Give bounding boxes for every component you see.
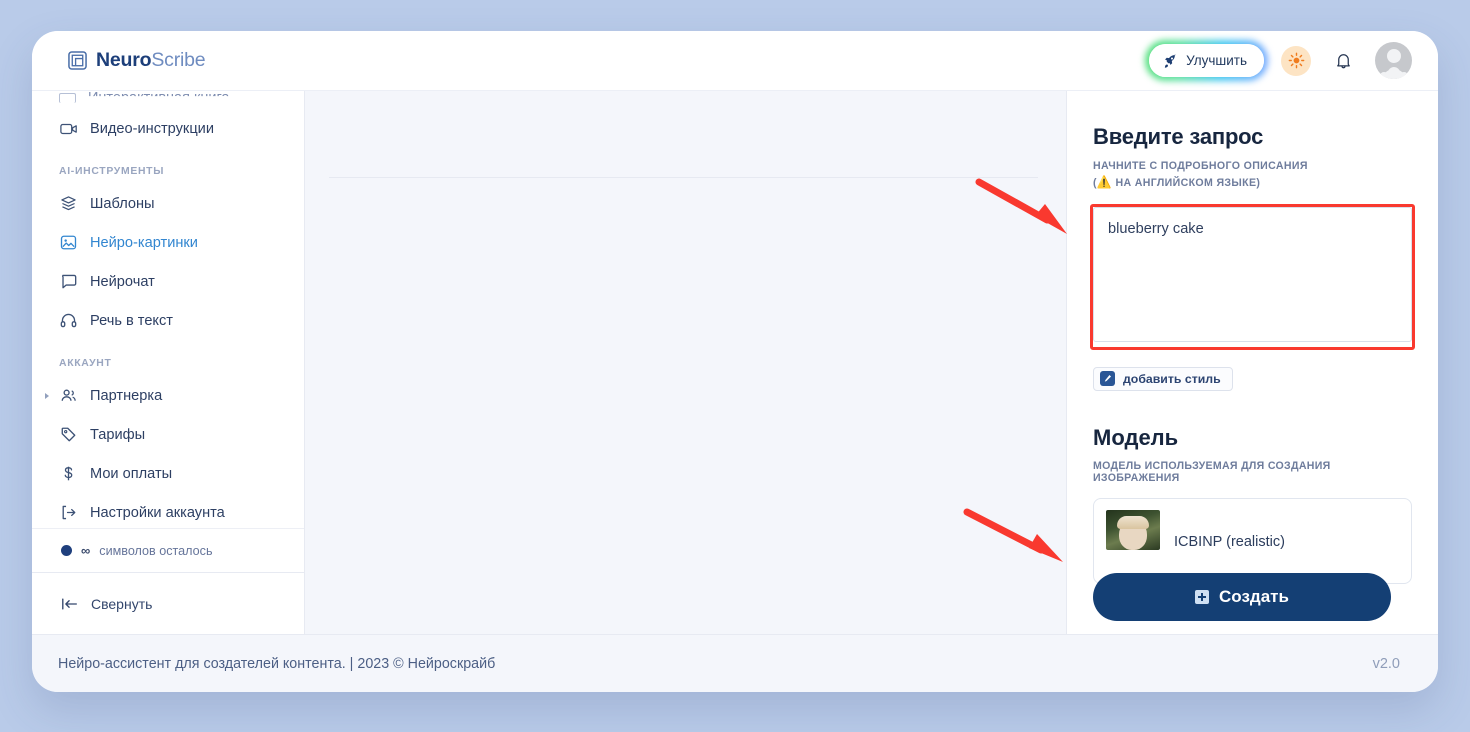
prompt-field-wrapper xyxy=(1090,203,1415,350)
avatar[interactable] xyxy=(1375,42,1412,79)
sidebar-item-label: Видео-инструкции xyxy=(90,120,214,137)
sidebar-item-account-settings[interactable]: Настройки аккаунта xyxy=(32,493,304,528)
sidebar-item-label: Интерактивная книга xyxy=(88,91,230,106)
chevron-right-icon xyxy=(45,392,49,399)
users-icon xyxy=(59,387,78,404)
tokens-label: символов осталось xyxy=(99,543,213,558)
settings-panel: Введите запрос НАЧНИТЕ С ПОДРОБНОГО ОПИС… xyxy=(1066,91,1438,634)
sidebar-item-my-payments[interactable]: Мои оплаты xyxy=(32,454,304,493)
sidebar-group-title-ai-tools: AI-ИНСТРУМЕНТЫ xyxy=(59,166,165,177)
dollar-icon xyxy=(59,465,78,482)
brand-logo[interactable]: NeuroScribe xyxy=(68,49,206,72)
screenshot-root: NeuroScribe Улучшить Интерактивная книга… xyxy=(0,0,1470,732)
sidebar-item-label: Партнерка xyxy=(90,387,163,404)
sidebar-item-video-instructions[interactable]: Видео-инструкции xyxy=(32,109,304,148)
image-icon xyxy=(59,234,78,251)
model-section-title: Модель xyxy=(1093,424,1179,450)
add-style-button[interactable]: добавить стиль xyxy=(1093,366,1233,391)
prompt-textarea[interactable] xyxy=(1093,206,1412,342)
create-label: Создать xyxy=(1219,587,1289,606)
app-version: v2.0 xyxy=(1372,655,1400,672)
add-style-label: добавить стиль xyxy=(1123,371,1221,386)
prompt-hint-line1: НАЧНИТЕ С ПОДРОБНОГО ОПИСАНИЯ xyxy=(1093,160,1308,172)
layers-icon xyxy=(59,195,78,212)
tokens-count: ∞ xyxy=(81,543,91,558)
brand-name-bold: Neuro xyxy=(96,49,152,71)
sidebar-item-label: Нейро-картинки xyxy=(90,234,198,251)
canvas-divider xyxy=(329,177,1038,178)
app-window: NeuroScribe Улучшить Интерактивная книга… xyxy=(32,31,1438,692)
plus-square-icon xyxy=(1195,590,1210,604)
brand-name-light: Scribe xyxy=(151,49,206,71)
brand-name: NeuroScribe xyxy=(96,49,206,72)
tag-icon xyxy=(59,426,78,443)
prompt-hint-line2: НА АНГЛИЙСКОМ ЯЗЫКЕ) xyxy=(1112,177,1261,190)
sidebar-item-label: Тарифы xyxy=(90,426,146,443)
sidebar-group-title-account: АККАУНТ xyxy=(59,358,112,369)
app-header: NeuroScribe Улучшить xyxy=(32,31,1438,91)
sidebar-item-neurochat[interactable]: Нейрочат xyxy=(32,262,304,301)
model-thumbnail xyxy=(1106,509,1160,550)
warning-icon: ⚠️ xyxy=(1096,175,1113,190)
create-button[interactable]: Создать xyxy=(1093,573,1391,621)
status-dot-icon xyxy=(61,545,72,556)
pencil-square-icon xyxy=(1100,371,1115,387)
sidebar-item-templates[interactable]: Шаблоны xyxy=(32,184,304,223)
sun-icon xyxy=(1288,52,1304,69)
sidebar-item-tariffs[interactable]: Тарифы xyxy=(32,415,304,454)
headphones-icon xyxy=(59,312,78,329)
sidebar-item-partnership[interactable]: Партнерка xyxy=(32,376,304,415)
app-footer: Нейро-ассистент для создателей контента.… xyxy=(32,634,1438,692)
sidebar: Интерактивная книга Видео-инструкции AI-… xyxy=(32,91,305,634)
sidebar-item-label: Речь в текст xyxy=(90,312,173,329)
collapse-sidebar-button[interactable]: Свернуть xyxy=(32,572,304,634)
sidebar-item-label: Шаблоны xyxy=(90,195,155,212)
model-card[interactable]: ICBINP (realistic) xyxy=(1093,497,1412,584)
tokens-remaining: ∞ символов осталось xyxy=(32,528,304,572)
bell-icon xyxy=(1336,54,1350,69)
image-canvas-area xyxy=(305,91,1066,634)
app-body: Интерактивная книга Видео-инструкции AI-… xyxy=(32,91,1438,634)
sidebar-item-label: Мои оплаты xyxy=(90,465,173,482)
prompt-section-title: Введите запрос xyxy=(1093,124,1264,149)
model-section-subtitle: МОДЕЛЬ ИСПОЛЬЗУЕМАЯ ДЛЯ СОЗДАНИЯ ИЗОБРАЖ… xyxy=(1093,459,1331,484)
book-icon xyxy=(59,93,76,103)
rocket-icon xyxy=(1164,54,1176,68)
chat-icon xyxy=(59,273,78,290)
collapse-left-icon xyxy=(62,597,77,610)
sidebar-item-neuro-images[interactable]: Нейро-картинки xyxy=(32,223,304,262)
sidebar-item-clipped[interactable]: Интерактивная книга xyxy=(32,91,304,109)
neuroscribe-logo-icon xyxy=(68,51,87,70)
header-actions: Улучшить xyxy=(1145,40,1412,81)
sidebar-item-label: Нейрочат xyxy=(90,273,155,290)
sidebar-scroll: Интерактивная книга Видео-инструкции AI-… xyxy=(32,91,304,528)
prompt-hint: НАЧНИТЕ С ПОДРОБНОГО ОПИСАНИЯ (⚠️ НА АНГ… xyxy=(1093,159,1412,192)
sidebar-item-speech-to-text[interactable]: Речь в текст xyxy=(32,301,304,340)
footer-text: Нейро-ассистент для создателей контента.… xyxy=(58,655,496,672)
main-content xyxy=(305,91,1066,634)
improve-label: Улучшить xyxy=(1186,53,1247,68)
improve-button[interactable]: Улучшить xyxy=(1145,40,1268,81)
logout-bracket-icon xyxy=(59,504,78,521)
video-icon xyxy=(59,122,78,136)
sidebar-item-label: Настройки аккаунта xyxy=(90,504,225,521)
collapse-label: Свернуть xyxy=(91,595,153,612)
theme-toggle-button[interactable] xyxy=(1281,45,1311,76)
notifications-button[interactable] xyxy=(1328,46,1358,76)
model-name: ICBINP (realistic) xyxy=(1174,533,1285,550)
